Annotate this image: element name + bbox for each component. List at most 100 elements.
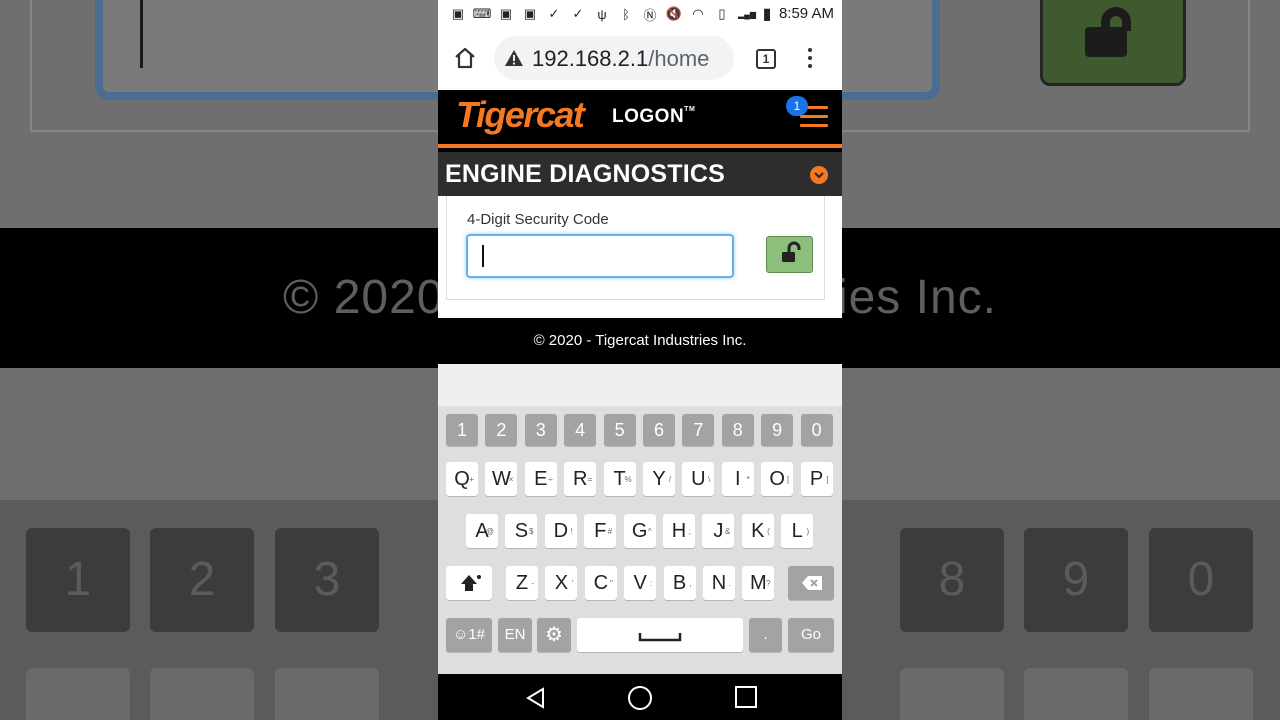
warning-icon[interactable] (504, 48, 524, 68)
key-m[interactable]: M? (742, 566, 775, 600)
home-button[interactable] (452, 45, 478, 71)
section-header[interactable]: ENGINE DIAGNOSTICS (438, 152, 842, 196)
phone-screen: ▣ ⌨ ▣ ▣ ✓ ✓ ψ ᛒ Ⓝ 🔇 ◠ ▯ ▂▄▆ ▮ 8:59 AM 192.168.2.1/hom… (438, 0, 842, 720)
key-x[interactable]: X ' (545, 566, 578, 600)
key-k[interactable]: K( (741, 514, 774, 548)
key-l[interactable]: L) (781, 514, 814, 548)
keyboard-suggestion-strip (438, 364, 842, 406)
recents-icon[interactable] (735, 686, 757, 708)
background-key-lower (1024, 668, 1128, 720)
backspace-icon (802, 576, 822, 590)
settings-key[interactable]: ⚙ (537, 618, 571, 652)
key-label: X (554, 572, 569, 594)
key-w[interactable]: W × (485, 462, 518, 496)
key-6[interactable]: 6 (643, 414, 675, 446)
key-s[interactable]: S $ (505, 514, 538, 548)
key-label: P (809, 468, 824, 490)
key-label: 2 (496, 420, 507, 440)
key-e[interactable]: E ÷ (524, 462, 557, 496)
home-nav-icon[interactable] (628, 686, 652, 710)
shift-icon (461, 575, 481, 591)
key-hint: - (531, 579, 534, 588)
key-hint: ^ (647, 527, 652, 536)
tab-switcher-button[interactable]: 1 (756, 49, 776, 69)
period-key[interactable]: . (749, 618, 782, 652)
key-1[interactable]: 1 (446, 414, 478, 446)
background-key: 9 (1024, 528, 1128, 632)
key-t[interactable]: T% (603, 462, 636, 496)
language-key[interactable]: EN (498, 618, 532, 652)
background-key: 0 (1149, 528, 1253, 632)
section-title: ENGINE DIAGNOSTICS (445, 160, 726, 188)
key-8[interactable]: 8 (721, 414, 754, 446)
backspace-key[interactable] (788, 566, 834, 600)
key-g[interactable]: G ^ (623, 514, 656, 548)
text-caret (482, 245, 484, 267)
url-host: 192.168.2.1 (532, 46, 649, 71)
key-b[interactable]: B, (663, 566, 696, 600)
key-n[interactable]: N. (703, 566, 735, 600)
key-p[interactable]: P] (800, 462, 833, 496)
key-hint: ( (767, 527, 770, 536)
key-o[interactable]: O[ (761, 462, 794, 496)
security-code-label: 4-Digit Security Code (467, 211, 609, 228)
space-key[interactable] (577, 618, 743, 652)
key-label: N (711, 572, 727, 594)
key-label: B (672, 572, 687, 594)
symbols-key[interactable]: ☺1# (446, 618, 492, 652)
chevron-down-icon[interactable] (810, 166, 828, 184)
key-label: 6 (653, 420, 664, 440)
url-path: /home (648, 46, 710, 71)
shift-key[interactable] (446, 566, 492, 600)
key-label: 5 (614, 420, 625, 440)
key-label: O (769, 468, 785, 490)
key-5[interactable]: 5 (603, 414, 636, 446)
key-z[interactable]: Z- (506, 566, 538, 600)
key-q[interactable]: Q + (446, 462, 478, 496)
key-9[interactable]: 9 (761, 414, 794, 446)
key-y[interactable]: Y / (643, 462, 675, 496)
check-icon: ✓ (548, 6, 560, 21)
status-time: 8:59 AM (778, 5, 834, 22)
key-a[interactable]: A @ (466, 514, 498, 548)
key-label: H (671, 520, 687, 542)
key-label: 9 (772, 420, 783, 440)
key-i[interactable]: I * (721, 462, 754, 496)
background-key: 3 (275, 528, 379, 632)
nfc-icon: Ⓝ (643, 7, 657, 23)
unlock-button[interactable] (766, 236, 813, 273)
logon-logo: LOGONTM (612, 106, 696, 127)
go-key[interactable]: Go (788, 618, 834, 652)
key-2[interactable]: 2 (485, 414, 518, 446)
address-bar[interactable]: 192.168.2.1/home (494, 36, 734, 80)
browser-menu-button[interactable] (806, 48, 814, 70)
logon-text: LOGON (612, 106, 685, 127)
key-hint: $ (528, 527, 534, 536)
brand-logo[interactable]: Tigercat (456, 94, 585, 136)
key-c[interactable]: C " (584, 566, 617, 600)
key-4[interactable]: 4 (564, 414, 597, 446)
key-label: M (750, 572, 767, 594)
screenshot-icon: ▣ (523, 6, 537, 21)
key-label: ☺1# (453, 626, 485, 643)
back-icon[interactable] (524, 686, 546, 710)
key-3[interactable]: 3 (524, 414, 557, 446)
key-hint: # (607, 527, 613, 536)
background-lock (1040, 0, 1186, 86)
key-label: R (572, 468, 588, 490)
key-f[interactable]: F # (584, 514, 617, 548)
key-r[interactable]: R = (564, 462, 597, 496)
key-j[interactable]: J & (702, 514, 735, 548)
key-7[interactable]: 7 (682, 414, 715, 446)
key-label: F (594, 520, 607, 542)
key-v[interactable]: V: (624, 566, 657, 600)
key-d[interactable]: D! (544, 514, 577, 548)
key-label: 3 (535, 420, 546, 440)
key-hint: % (624, 475, 632, 484)
key-0[interactable]: 0 (800, 414, 833, 446)
key-hint: ) (806, 527, 810, 536)
security-code-input[interactable] (466, 234, 734, 278)
key-h[interactable]: H; (663, 514, 695, 548)
background-key-lower (26, 668, 130, 720)
key-u[interactable]: U \ (682, 462, 715, 496)
